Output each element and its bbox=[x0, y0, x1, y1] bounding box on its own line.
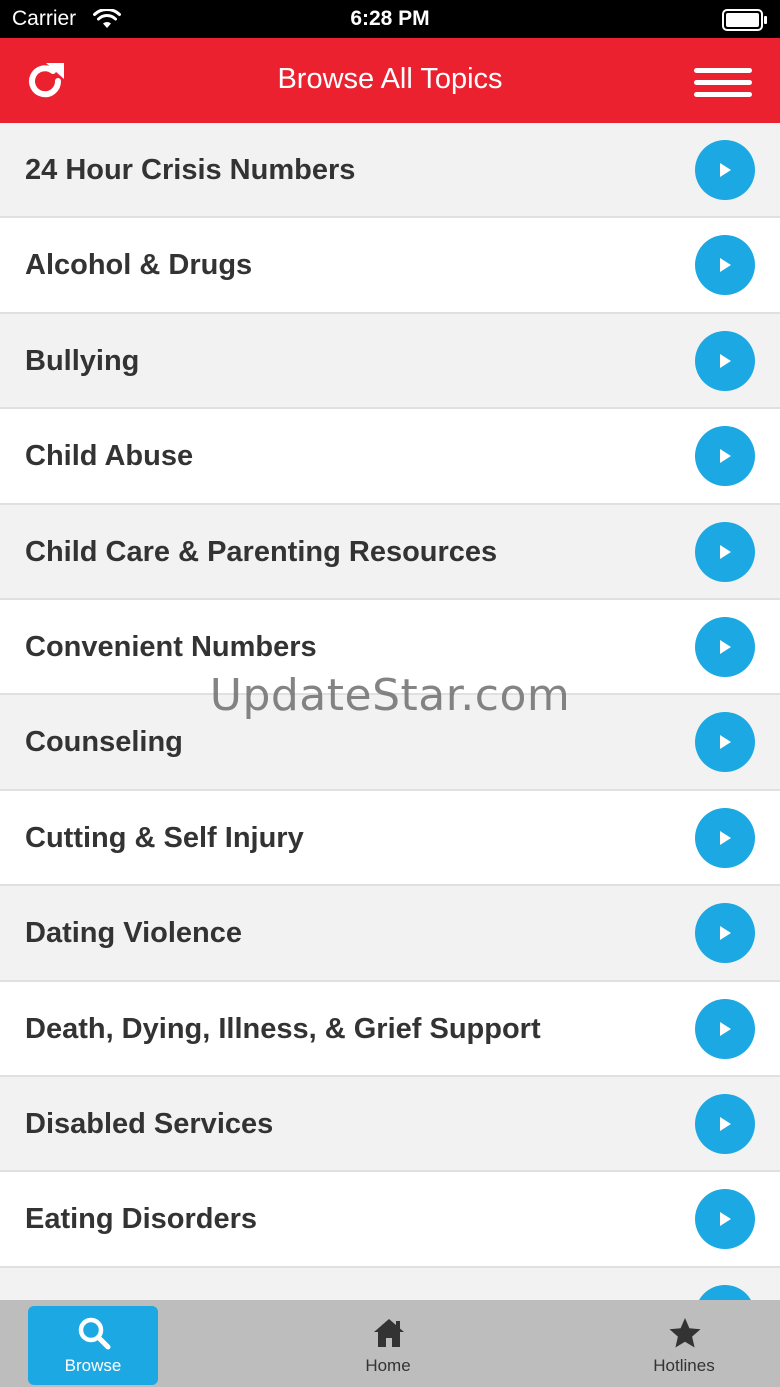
topic-open-button[interactable] bbox=[695, 140, 755, 200]
play-arrow-icon bbox=[720, 1116, 731, 1131]
topic-label: Cutting & Self Injury bbox=[25, 821, 304, 854]
status-time: 6:28 PM bbox=[350, 7, 430, 30]
tab-home-label: Home bbox=[365, 1356, 411, 1375]
home-icon bbox=[374, 1319, 404, 1347]
play-arrow-icon bbox=[720, 926, 731, 941]
topic-open-button[interactable] bbox=[695, 616, 755, 677]
topic-open-button[interactable] bbox=[695, 521, 755, 582]
menu-icon[interactable] bbox=[694, 68, 752, 98]
topic-row[interactable]: Disabled Services bbox=[0, 1076, 780, 1173]
play-arrow-icon bbox=[720, 449, 731, 464]
topic-row[interactable]: Death, Dying, Illness, & Grief Support bbox=[0, 981, 780, 1077]
topic-label: Counseling bbox=[25, 726, 183, 759]
topic-label: Convenient Numbers bbox=[25, 630, 317, 663]
tab-hotlines-label: Hotlines bbox=[653, 1356, 715, 1375]
topic-label: Bullying bbox=[25, 344, 140, 377]
topic-label: Alcohol & Drugs bbox=[25, 249, 253, 282]
play-arrow-icon bbox=[720, 544, 731, 559]
topic-open-button[interactable] bbox=[695, 1284, 755, 1300]
play-arrow-icon bbox=[720, 353, 731, 368]
app-screen: Carrier 6:28 PM Browse All Topics 24 Hou… bbox=[0, 0, 780, 1387]
topic-list: 24 Hour Crisis Numbers Alcohol & Drugs Bul… bbox=[0, 123, 780, 1300]
play-arrow-icon bbox=[720, 735, 731, 750]
play-arrow-icon bbox=[720, 830, 731, 845]
topic-label: 24 Hour Crisis Numbers bbox=[25, 154, 356, 186]
battery-icon bbox=[722, 9, 767, 31]
topic-open-button[interactable] bbox=[695, 998, 755, 1059]
topic-open-button[interactable] bbox=[695, 330, 755, 391]
topic-open-button[interactable] bbox=[695, 235, 755, 296]
topic-label: Dating Violence bbox=[25, 917, 243, 950]
play-arrow-icon bbox=[720, 258, 731, 273]
topic-label: Child Care & Parenting Resources bbox=[25, 535, 498, 568]
play-arrow-icon bbox=[720, 163, 731, 177]
page-title: Browse All Topics bbox=[277, 63, 503, 95]
tab-bar: Browse Home Hotlines bbox=[0, 1300, 780, 1387]
topic-row[interactable]: Convenient Numbers bbox=[0, 599, 780, 696]
topic-open-button[interactable] bbox=[695, 712, 755, 773]
topic-open-button[interactable] bbox=[695, 1189, 755, 1250]
topic-row[interactable]: Child Care & Parenting Resources bbox=[0, 504, 780, 600]
topic-open-button[interactable] bbox=[695, 807, 755, 868]
topic-open-button[interactable] bbox=[695, 426, 755, 487]
topic-row[interactable]: Counseling bbox=[0, 695, 780, 791]
search-icon bbox=[78, 1317, 111, 1350]
topic-row[interactable]: Child Abuse bbox=[0, 409, 780, 505]
topic-row[interactable]: Bullying bbox=[0, 313, 780, 410]
tab-home[interactable]: Home bbox=[323, 1306, 453, 1385]
topic-row[interactable]: Cutting & Self Injury bbox=[0, 790, 780, 887]
topic-label: Death, Dying, Illness, & Grief Support bbox=[25, 1012, 541, 1045]
play-arrow-icon bbox=[720, 1212, 731, 1227]
topic-row[interactable]: Dating Violence bbox=[0, 886, 780, 982]
topic-row[interactable]: 24 Hour Crisis Numbers bbox=[0, 123, 780, 219]
tab-browse[interactable]: Browse bbox=[28, 1306, 158, 1385]
play-arrow-icon bbox=[720, 1021, 731, 1036]
topic-label: Child Abuse bbox=[25, 440, 194, 473]
star-icon bbox=[669, 1318, 701, 1348]
play-arrow-icon bbox=[720, 639, 731, 654]
topic-label: Disabled Services bbox=[25, 1107, 274, 1140]
topic-row[interactable]: Eating Disorders bbox=[0, 1172, 780, 1268]
tab-hotlines[interactable]: Hotlines bbox=[619, 1306, 749, 1385]
topic-row[interactable] bbox=[0, 1267, 780, 1300]
topic-open-button[interactable] bbox=[695, 903, 755, 964]
header-bar: Browse All Topics bbox=[0, 38, 780, 123]
status-bar: Carrier 6:28 PM bbox=[0, 0, 780, 38]
topic-open-button[interactable] bbox=[695, 1093, 755, 1154]
topic-row[interactable]: Alcohol & Drugs bbox=[0, 218, 780, 314]
topic-label: Eating Disorders bbox=[25, 1203, 258, 1236]
tab-browse-label: Browse bbox=[64, 1356, 122, 1375]
